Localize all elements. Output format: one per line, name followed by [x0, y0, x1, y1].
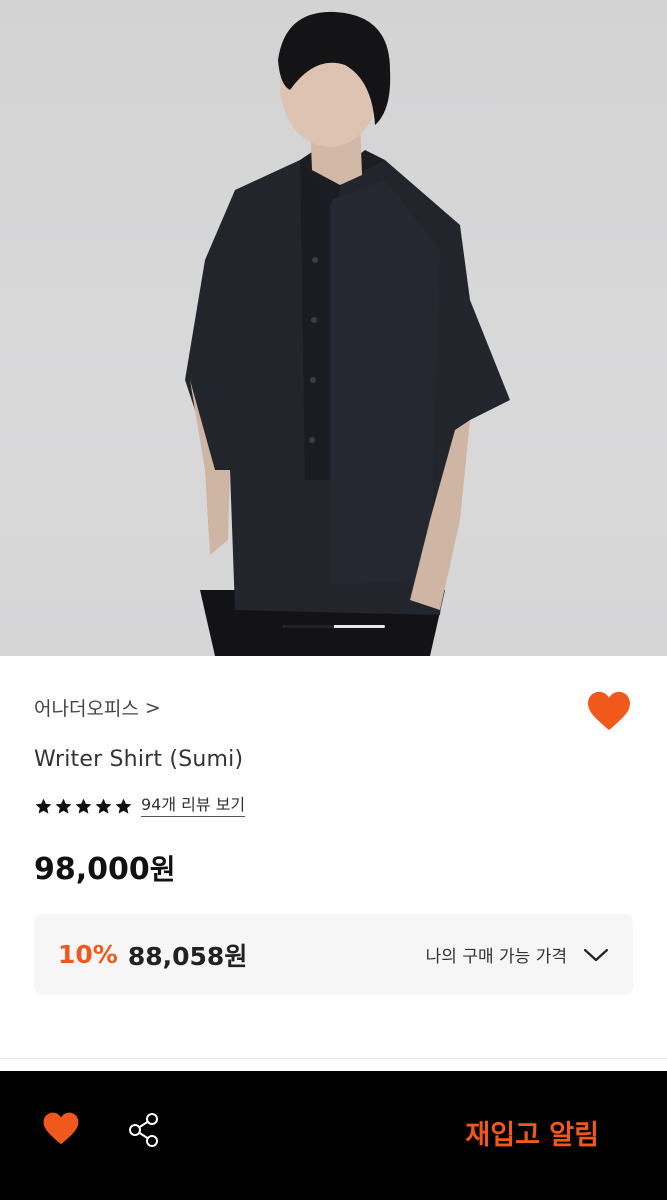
rating-stars [34, 797, 133, 816]
star-icon [115, 798, 132, 814]
heart-icon [588, 691, 630, 731]
carousel-indicator-active [283, 625, 334, 628]
heart-icon [43, 1112, 79, 1145]
discount-box[interactable]: 10% 88,058원 나의 구매 가능 가격 [34, 914, 633, 995]
brand-name: 어나더오피스 [34, 698, 139, 720]
divider [0, 1058, 667, 1059]
share-button[interactable] [126, 1111, 162, 1149]
star-icon [35, 798, 52, 814]
brand-link[interactable]: 어나더오피스 > [34, 694, 161, 721]
price-value: 98,000 [34, 852, 150, 887]
discount-percent: 10% [58, 940, 118, 969]
favorite-button[interactable] [586, 690, 632, 734]
star-icon [55, 798, 72, 814]
my-price-label: 나의 구매 가능 가격 [425, 947, 567, 967]
bottom-action-bar: 재입고 알림 [0, 1071, 667, 1200]
rating-row: 94개 리뷰 보기 [34, 795, 246, 817]
original-price: 98,000원 [34, 848, 176, 888]
my-price-toggle[interactable]: 나의 구매 가능 가격 [426, 942, 609, 967]
model-photo [185, 11, 510, 656]
star-icon [75, 798, 92, 814]
bar-favorite-button[interactable] [42, 1111, 82, 1147]
carousel-indicator [283, 625, 385, 628]
chevron-down-icon [583, 948, 609, 961]
restock-alert-button[interactable]: 재입고 알림 [465, 1113, 599, 1152]
product-title: Writer Shirt (Sumi) [34, 747, 244, 772]
product-image[interactable] [0, 0, 667, 656]
share-icon [129, 1113, 158, 1147]
star-icon [95, 798, 112, 814]
price-unit: 원 [149, 853, 176, 886]
review-link[interactable]: 94개 리뷰 보기 [141, 795, 246, 817]
chevron-right-icon: > [144, 696, 161, 719]
discount-price: 88,058원 [127, 941, 248, 971]
